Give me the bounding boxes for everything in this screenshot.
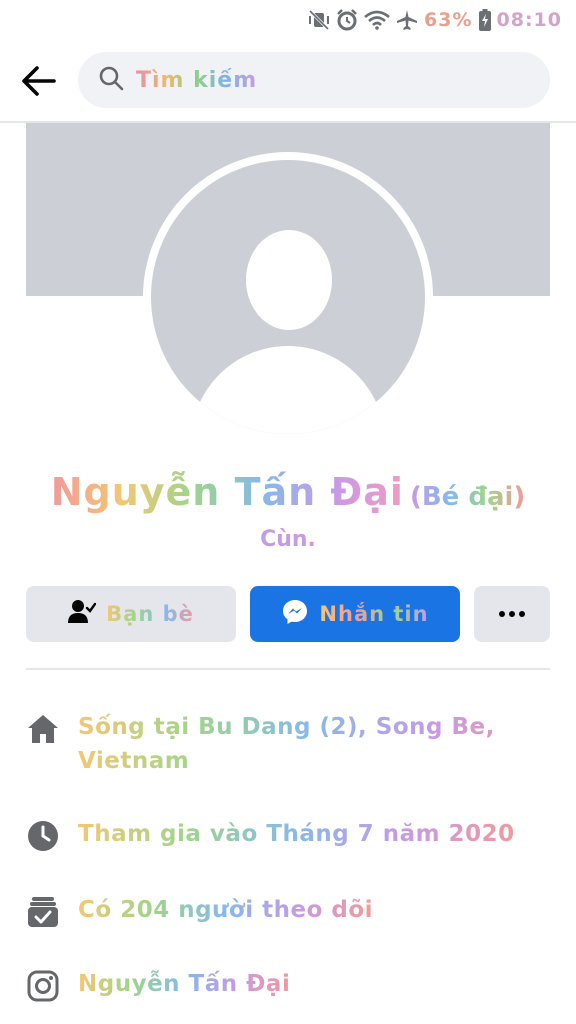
more-options-button[interactable] <box>474 586 550 642</box>
avatar <box>151 160 425 434</box>
messenger-icon <box>281 598 309 630</box>
profile-name: Nguyễn Tấn Đại <box>50 470 404 514</box>
profile-name-row: Nguyễn Tấn Đại (Bé đại) <box>0 470 576 514</box>
message-button[interactable]: Nhắn tin <box>250 586 460 642</box>
detail-followers[interactable]: Có 204 người theo dõi <box>26 893 550 929</box>
avatar-silhouette-head <box>246 230 332 330</box>
airplane-mode-icon <box>396 9 418 31</box>
detail-text: Sống tại Bu Dang (2), Song Be, Vietnam <box>78 710 550 778</box>
followers-icon <box>26 895 60 929</box>
arrow-left-icon <box>22 66 56 96</box>
avatar-silhouette-body <box>191 346 385 434</box>
friends-button[interactable]: Bạn bè <box>26 586 236 642</box>
more-dots-icon <box>499 611 525 617</box>
profile-page: 63% 08:10 Tìm kiếm Nguyễn Tấn Đại (Bé đại… <box>0 0 576 1024</box>
battery-icon <box>478 9 491 31</box>
search-bar[interactable]: Tìm kiếm <box>78 52 550 108</box>
section-divider <box>26 668 550 670</box>
detail-text: Có 204 người theo dõi <box>78 893 373 927</box>
friends-check-icon <box>68 599 97 629</box>
wifi-icon <box>364 10 390 30</box>
clock-time: 08:10 <box>496 9 562 31</box>
detail-instagram[interactable]: Nguyễn Tấn Đại <box>26 967 550 1003</box>
home-icon <box>26 712 60 746</box>
detail-lives-in: Sống tại Bu Dang (2), Song Be, Vietnam <box>26 710 550 778</box>
detail-text: Nguyễn Tấn Đại <box>78 967 290 1001</box>
detail-joined: Tham gia vào Tháng 7 năm 2020 <box>26 817 550 853</box>
profile-nickname: (Bé đại) <box>409 482 526 512</box>
search-placeholder: Tìm kiếm <box>136 67 258 93</box>
alarm-icon <box>336 9 358 31</box>
search-icon <box>98 65 124 95</box>
back-button[interactable] <box>20 62 58 100</box>
instagram-icon <box>26 969 60 1003</box>
mute-vibrate-icon <box>308 10 330 30</box>
clock-icon <box>26 819 60 853</box>
message-button-label: Nhắn tin <box>319 602 429 626</box>
profile-bio: Cùn. <box>0 527 576 552</box>
header: Tìm kiếm <box>0 48 576 114</box>
friends-button-label: Bạn bè <box>106 602 194 626</box>
profile-picture[interactable] <box>143 152 433 442</box>
status-bar: 63% 08:10 <box>0 0 576 40</box>
detail-text: Tham gia vào Tháng 7 năm 2020 <box>78 817 515 851</box>
battery-percent: 63% <box>424 9 473 31</box>
